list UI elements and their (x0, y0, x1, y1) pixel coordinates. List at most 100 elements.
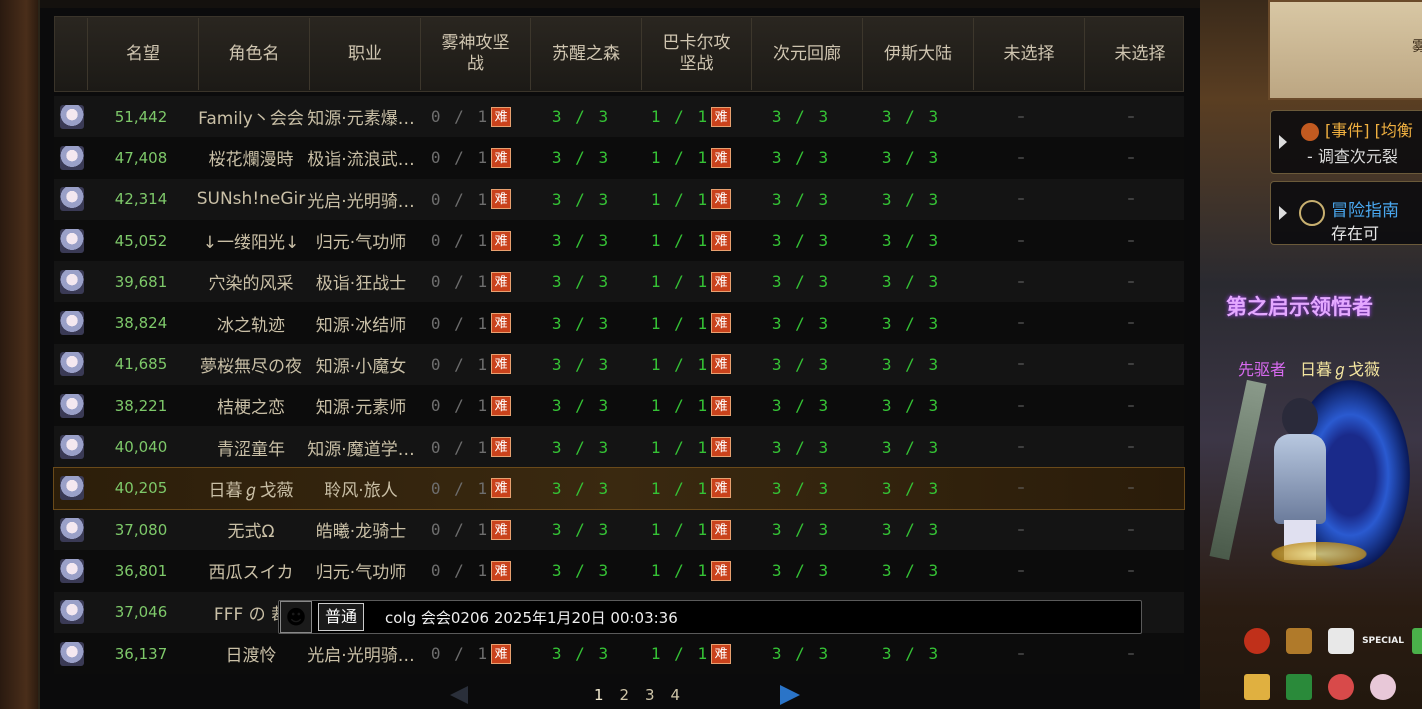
page-4[interactable]: 4 (663, 686, 689, 704)
next-page-arrow-icon[interactable] (780, 685, 800, 705)
notice-board-text: 雾 (1412, 39, 1422, 55)
table-row[interactable]: 40,040 青涩童年 知源·魔道学… 0 / 1难3 / 31 / 1难3 / 33… (54, 426, 1184, 468)
header-job[interactable]: 职业 (310, 18, 421, 90)
job-name: 知源·元素爆… (307, 109, 415, 130)
hard-difficulty-icon: 难 (711, 106, 732, 127)
special-icon[interactable]: SPECIAL (1362, 626, 1404, 656)
table-row[interactable]: 47,408 桜花爛漫時 极诣·流浪武… 0 / 1难3 / 31 / 1难3 / 3… (54, 137, 1184, 179)
prev-page-arrow-icon[interactable] (450, 686, 468, 704)
dungeon-progress: 1 / 1难 (636, 354, 746, 375)
unselected-value: – (1017, 439, 1025, 456)
header-dungeon-4[interactable]: 次元回廊 (752, 18, 863, 90)
job-name: 归元·气功师 (315, 233, 407, 254)
header-dungeon-3[interactable]: 巴卡尔攻坚战 (642, 18, 752, 90)
fortune-bag-icon[interactable] (1240, 626, 1274, 656)
dungeon-progress: 1 / 1难 (636, 643, 746, 664)
progress-count: 0 / 1 (430, 354, 490, 374)
table-row[interactable]: 36,801 西瓜スイカ 归元·气功师 0 / 1难3 / 31 / 1难3 / 33… (54, 550, 1184, 592)
progress-count: 1 / 1 (650, 354, 710, 374)
hard-difficulty-icon: 难 (491, 189, 512, 210)
hard-difficulty-icon: 难 (491, 271, 512, 292)
character-name: 穴染的风采 (208, 274, 294, 295)
dungeon-progress: 1 / 1难 (636, 189, 746, 210)
dungeon-progress: 3 / 3 (746, 479, 856, 498)
table-row[interactable]: 51,442 Family丶会会 知源·元素爆… 0 / 1难3 / 31 / 1难3… (54, 96, 1184, 138)
page-1[interactable]: 1 (586, 686, 612, 704)
table-row[interactable]: 40,205 日暮ℊ戈薇 聆风·旅人 0 / 1难3 / 31 / 1难3 / 33 … (53, 466, 1185, 510)
table-row[interactable]: 45,052 ↓一缕阳光↓ 归元·气功师 0 / 1难3 / 31 / 1难3 / 3… (54, 219, 1184, 262)
progress-count: 3 / 3 (881, 520, 941, 540)
dungeon-progress: 3 / 3 (526, 107, 636, 126)
page-3[interactable]: 3 (637, 686, 663, 704)
expand-arrow-icon[interactable] (1279, 135, 1287, 149)
table-row[interactable]: 37,080 无式Ω 皓曦·龙骑士 0 / 1难3 / 31 / 1难3 / 33 /… (54, 508, 1184, 551)
dungeon-progress: 3 / 3 (746, 438, 856, 457)
character-name: 桔梗之恋 (217, 398, 285, 419)
unselected-value: – (1127, 315, 1135, 332)
progress-count: 0 / 1 (430, 478, 490, 498)
page-2[interactable]: 2 (612, 686, 638, 704)
character-name: 夢桜無尽の夜 (200, 356, 302, 377)
checklist-icon[interactable] (1324, 626, 1358, 656)
dungeon-progress: 3 / 3 (856, 479, 966, 498)
character-avatar (54, 393, 86, 418)
dungeon-progress: 3 / 3 (746, 148, 856, 167)
unselected-value: – (1127, 273, 1135, 290)
expand-arrow-icon[interactable] (1279, 206, 1287, 220)
player-character[interactable] (1260, 390, 1340, 560)
hard-difficulty-icon: 难 (711, 189, 732, 210)
progress-count: 0 / 1 (430, 231, 490, 251)
character-avatar-icon (60, 104, 84, 129)
unselected-value: – (1127, 562, 1135, 579)
progress-count: 3 / 3 (881, 396, 941, 416)
header-dungeon-5[interactable]: 伊斯大陆 (863, 18, 974, 90)
table-row[interactable]: 39,681 穴染的风采 极诣·狂战士 0 / 1难3 / 31 / 1难3 / 33… (54, 261, 1184, 303)
progress-count: 3 / 3 (881, 437, 941, 457)
guild-icon[interactable] (1282, 672, 1316, 702)
dungeon-progress: 3 / 3 (746, 396, 856, 415)
header-unselected-2[interactable]: 未选择 (1085, 18, 1195, 90)
dungeon-progress: 3 / 3 (746, 561, 856, 580)
emoji-face-icon[interactable]: ☻ (280, 601, 312, 633)
header-unselected-1[interactable]: 未选择 (974, 18, 1085, 90)
dungeon-progress: 3 / 3 (746, 272, 856, 291)
dungeon-progress: 0 / 1难 (416, 643, 526, 664)
table-row[interactable]: 38,824 冰之轨迹 知源·冰结师 0 / 1难3 / 31 / 1难3 / 33 … (54, 302, 1184, 344)
table-row[interactable]: 36,137 日渡怜 光启·光明骑… 0 / 1难3 / 31 / 1难3 / 33 … (54, 632, 1184, 675)
character-portrait-icon[interactable] (1324, 672, 1358, 702)
character-avatar (54, 187, 86, 212)
table-header: 名望 角色名 职业 雾神攻坚战 苏醒之森 巴卡尔攻坚战 次元回廊 伊斯大陆 未选… (54, 16, 1184, 92)
header-fame[interactable]: 名望 (88, 18, 199, 90)
progress-count: 0 / 1 (430, 644, 490, 663)
progress-count: 3 / 3 (771, 354, 831, 374)
quest-tracker-guide[interactable]: 冒险指南 存在可 (1270, 181, 1422, 245)
dungeon-progress: 3 / 3 (746, 644, 856, 663)
dungeon-progress: 0 / 1难 (416, 395, 526, 416)
table-row[interactable]: 41,685 夢桜無尽の夜 知源·小魔女 0 / 1难3 / 31 / 1难3 / 3… (54, 343, 1184, 386)
character-avatar (54, 311, 86, 336)
book-icon[interactable] (1240, 672, 1274, 702)
header-dungeon-2[interactable]: 苏醒之森 (531, 18, 642, 90)
friend-portrait-icon[interactable] (1366, 672, 1400, 702)
dungeon-progress: 1 / 1难 (636, 395, 746, 416)
table-row[interactable]: 42,314 SUNsh!neGir 光启·光明骑… 0 / 1难3 / 31 / 1… (54, 178, 1184, 220)
hard-difficulty-icon: 难 (491, 437, 512, 458)
house-icon[interactable] (1408, 626, 1422, 656)
dungeon-progress: 3 / 3 (856, 561, 966, 580)
progress-count: 3 / 3 (551, 354, 611, 374)
header-dungeon-1[interactable]: 雾神攻坚战 (421, 18, 531, 90)
progress-count: 3 / 3 (771, 561, 831, 581)
crown-icon[interactable] (1282, 626, 1316, 656)
header-character-name[interactable]: 角色名 (199, 18, 310, 90)
progress-count: 1 / 1 (650, 644, 710, 663)
chat-channel-label: 普通 (318, 603, 365, 631)
fame-value: 47,408 (114, 148, 168, 167)
quest-tracker-event[interactable]: [事件] [均衡 - 调查次元裂 (1270, 110, 1422, 174)
progress-count: 1 / 1 (650, 231, 710, 251)
hard-difficulty-icon: 难 (491, 106, 512, 127)
table-row[interactable]: 38,221 桔梗之恋 知源·元素师 0 / 1难3 / 31 / 1难3 / 33 … (54, 385, 1184, 427)
dungeon-progress: 3 / 3 (746, 355, 856, 374)
unselected-value: – (1127, 108, 1135, 125)
progress-count: 0 / 1 (430, 313, 490, 333)
dungeon-progress: 0 / 1难 (416, 437, 526, 458)
